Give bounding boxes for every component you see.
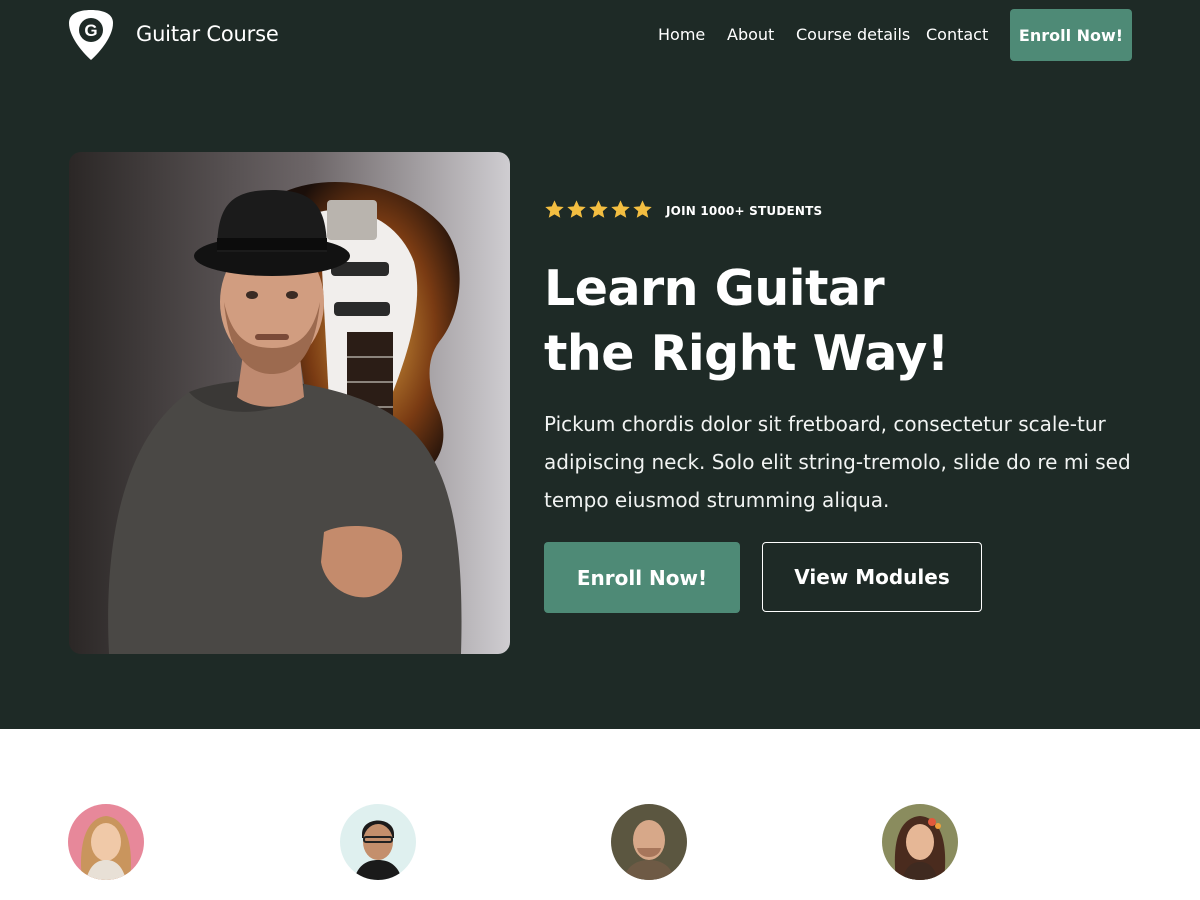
nav-about[interactable]: About (727, 25, 774, 44)
header-enroll-button[interactable]: Enroll Now! (1010, 9, 1132, 61)
nav-course-details[interactable]: Course details (796, 25, 910, 44)
nav-contact[interactable]: Contact (926, 25, 988, 44)
star-icon (545, 200, 564, 218)
hero-headline: Learn Guitar the Right Way! (544, 256, 949, 386)
nav-home[interactable]: Home (658, 25, 705, 44)
star-icon (567, 200, 586, 218)
enroll-now-button[interactable]: Enroll Now! (544, 542, 740, 613)
guitar-pick-logo-icon[interactable]: G (68, 9, 114, 61)
guitarist-photo (69, 152, 510, 654)
avatar (882, 804, 958, 880)
students-count-label: JOIN 1000+ STUDENTS (666, 204, 823, 218)
svg-text:G: G (84, 21, 97, 40)
hero-section: G Guitar Course Home About Course detail… (0, 0, 1200, 729)
avatar (68, 804, 144, 880)
rating-stars (544, 199, 653, 220)
hero-description: Pickum chordis dolor sit fretboard, cons… (544, 412, 1131, 512)
headline-line-1: Learn Guitar (544, 260, 885, 317)
star-icon (611, 200, 630, 218)
brand-name[interactable]: Guitar Course (136, 22, 279, 46)
view-modules-button[interactable]: View Modules (762, 542, 982, 612)
star-icon (589, 200, 608, 218)
avatar (340, 804, 416, 880)
headline-line-2: the Right Way! (544, 325, 949, 382)
star-icon (633, 200, 652, 218)
avatar (611, 804, 687, 880)
